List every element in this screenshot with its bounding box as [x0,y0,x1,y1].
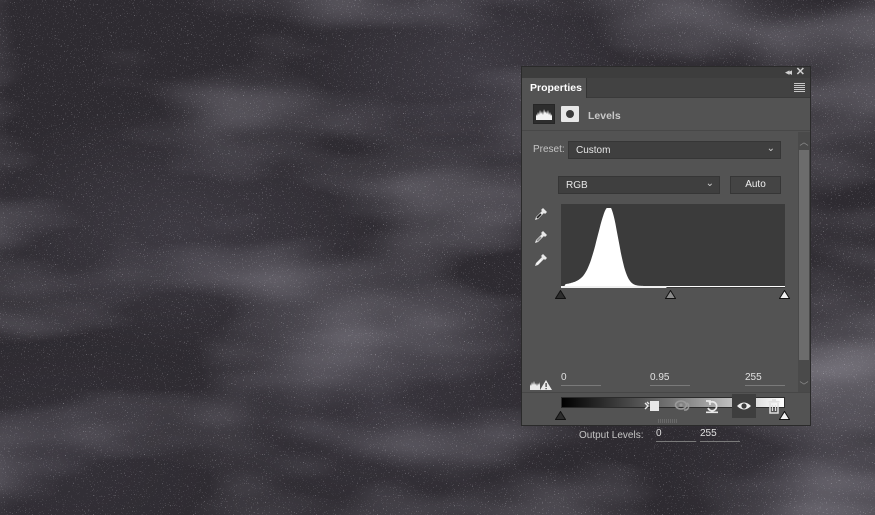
chevron-down-icon: ⌄ [766,143,775,154]
preset-label: Preset: [533,144,565,155]
levels-histogram-icon[interactable] [533,104,555,124]
chevron-down-icon: ⌄ [705,178,714,189]
preset-dropdown[interactable]: Custom ⌄ [568,141,781,159]
clip-to-layer-button[interactable] [640,394,664,418]
input-gamma-handle[interactable] [665,290,676,299]
black-point-eyedropper-icon[interactable] [532,206,549,223]
scroll-thumb[interactable] [799,150,809,360]
panel-footer [522,392,810,418]
adjustment-type-row: Levels [522,99,810,131]
auto-button[interactable]: Auto [730,176,781,194]
output-levels-label: Output Levels: [579,430,644,441]
scroll-up-icon[interactable]: ︿ [798,136,810,148]
preset-value: Custom [576,145,611,156]
close-icon[interactable]: ✕ [796,66,805,78]
panel-menu-icon[interactable] [794,83,805,92]
input-white-handle[interactable] [779,290,790,299]
tab-bar: Properties [522,78,810,98]
panel-resize-grip[interactable] [658,419,678,423]
input-black-handle[interactable] [555,290,566,299]
layer-mask-icon[interactable] [561,106,579,122]
white-point-eyedropper-icon[interactable] [532,252,549,269]
view-previous-state-icon [674,400,690,411]
output-white-field[interactable]: 255 [700,428,740,442]
channel-value: RGB [566,180,588,191]
panel-scrollbar[interactable]: ︿ ﹀ [798,132,810,392]
gray-point-eyedropper-icon[interactable] [532,229,549,246]
input-black-field[interactable]: 0 [561,372,601,386]
adjustment-type-label: Levels [588,110,621,122]
output-black-field[interactable]: 0 [656,428,696,442]
tab-properties[interactable]: Properties [522,78,587,98]
input-gamma-field[interactable]: 0.95 [650,372,690,386]
scroll-down-icon[interactable]: ﹀ [798,380,810,392]
input-white-field[interactable]: 255 [745,372,785,386]
channel-dropdown[interactable]: RGB ⌄ [558,176,720,194]
reset-icon [706,400,718,414]
input-levels-slider[interactable] [555,288,791,300]
histogram-shape [561,208,785,287]
levels-content: Preset: Custom ⌄ RGB ⌄ Auto 0 0.95 255 O… [522,132,796,442]
levels-histogram [561,204,785,288]
view-previous-state-button[interactable] [670,394,694,418]
clipping-warning-icon[interactable] [529,379,553,391]
delete-button[interactable] [762,394,786,418]
toggle-visibility-button[interactable] [732,394,756,418]
eye-icon [737,402,751,410]
properties-panel: ◂◂ ✕ Properties Levels Preset: Custom ⌄ … [521,66,811,442]
trash-icon [768,399,780,414]
panel-title-bar[interactable]: ◂◂ ✕ [522,66,810,78]
double-chevron-left-icon[interactable]: ◂◂ [785,67,792,78]
reset-button[interactable] [700,394,724,418]
clip-to-layer-icon [644,401,659,411]
